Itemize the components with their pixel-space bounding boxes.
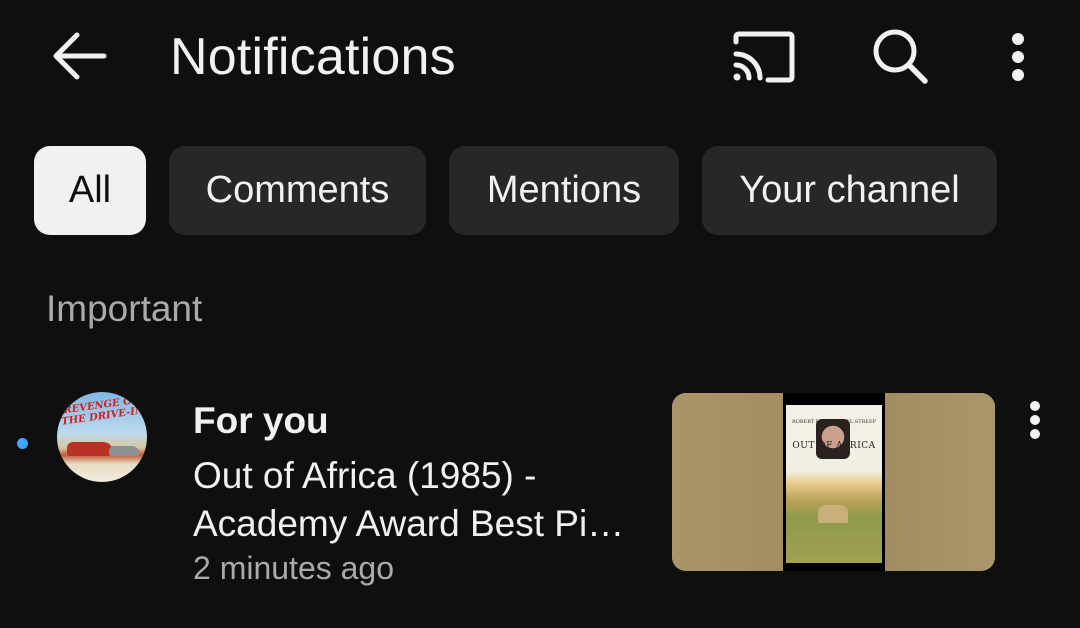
notification-body-line: Academy Award Best Pi… [193,503,625,544]
movie-poster: ROBERT REDFORD MERYL STREEP OUT OF AFRIC… [783,393,885,571]
poster-art: ROBERT REDFORD MERYL STREEP OUT OF AFRIC… [786,405,882,563]
arrow-left-icon [53,32,107,80]
avatar-car-graphic [109,446,139,456]
avatar-logo-text: REVENGE OF THE DRIVE-IN [60,394,145,428]
section-heading-important: Important [46,288,203,329]
notification-body-line: Out of Africa (1985) - [193,455,537,496]
avatar-car-graphic [67,442,113,456]
thumbnail-background [885,393,995,571]
chip-mentions[interactable]: Mentions [449,146,679,235]
video-thumbnail[interactable]: ROBERT REDFORD MERYL STREEP OUT OF AFRIC… [672,393,995,571]
more-vert-icon [1012,33,1024,81]
poster-title: OUT OF AFRICA [792,441,876,451]
chip-all[interactable]: All [34,146,146,235]
cast-icon [733,31,795,83]
more-vert-icon [1030,401,1040,439]
notifications-screen: Notifications All Comments Mentions Your… [0,0,1080,628]
back-button[interactable] [44,24,114,88]
notification-timestamp: 2 minutes ago [193,550,395,586]
thumbnail-background [672,393,783,571]
chip-your-channel[interactable]: Your channel [702,146,997,235]
search-button[interactable] [864,22,936,90]
more-options-button[interactable] [996,26,1040,88]
chip-comments[interactable]: Comments [169,146,426,235]
notification-more-button[interactable] [1018,396,1052,444]
search-icon [873,29,928,84]
presenter-face-overlay [816,419,850,459]
unread-indicator [17,438,28,449]
cast-button[interactable] [726,26,800,88]
page-title: Notifications [170,28,456,86]
poster-figures [818,505,848,523]
avatar[interactable]: REVENGE OF THE DRIVE-IN [57,392,147,482]
notification-title[interactable]: For you [193,400,329,442]
notification-body[interactable]: Out of Africa (1985) - Academy Award Bes… [193,452,643,548]
